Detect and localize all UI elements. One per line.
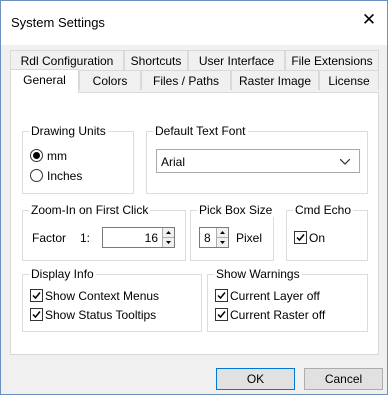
display-info-group: Display Info Show Context Menus Show Sta… — [22, 267, 202, 332]
cmd-echo-group: Cmd Echo On — [286, 203, 368, 261]
tab-file-extensions[interactable]: File Extensions — [285, 50, 379, 70]
tab-license[interactable]: License — [319, 70, 379, 90]
tab-user-interface[interactable]: User Interface — [188, 50, 285, 70]
pick-box-label: Pick Box Size — [197, 203, 275, 217]
font-select[interactable]: Arial — [156, 149, 360, 173]
mm-radio[interactable] — [30, 149, 43, 162]
drawing-units-label: Drawing Units — [29, 124, 108, 138]
pick-box-group: Pick Box Size 8 Pixel — [190, 203, 275, 261]
spinner-buttons — [162, 228, 174, 247]
checkmark-icon — [32, 311, 41, 319]
inches-label[interactable]: Inches — [47, 169, 82, 183]
default-text-font-group: Default Text Font Arial — [146, 124, 368, 194]
checkmark-icon — [217, 292, 226, 300]
show-status-tooltips-checkbox[interactable] — [30, 308, 43, 321]
inches-radio[interactable] — [30, 169, 43, 182]
zoom-factor-spinner[interactable]: 16 — [102, 227, 175, 248]
window-title: System Settings — [11, 15, 105, 30]
cmd-echo-on-label[interactable]: On — [309, 231, 325, 245]
show-context-menus-checkbox[interactable] — [30, 289, 43, 302]
current-layer-off-checkbox[interactable] — [215, 289, 228, 302]
chevron-down-icon — [340, 159, 350, 165]
tab-colors[interactable]: Colors — [79, 70, 141, 90]
pick-box-value: 8 — [204, 231, 211, 245]
cmd-echo-checkbox[interactable] — [294, 231, 307, 244]
display-info-label: Display Info — [29, 267, 96, 281]
tab-raster-image[interactable]: Raster Image — [231, 70, 319, 90]
down-arrow-icon — [220, 240, 225, 244]
ok-button[interactable]: OK — [216, 368, 295, 390]
current-raster-off-checkbox[interactable] — [215, 308, 228, 321]
checkmark-icon — [296, 234, 305, 242]
ratio-label: 1: — [80, 231, 91, 245]
up-arrow-icon — [166, 231, 171, 234]
drawing-units-group: Drawing Units mm Inches — [22, 124, 134, 194]
mm-label[interactable]: mm — [47, 149, 67, 163]
zoom-in-group: Zoom-In on First Click Factor 1: 16 — [22, 203, 186, 261]
up-arrow-icon — [220, 231, 225, 234]
tab-files-paths[interactable]: Files / Paths — [141, 70, 231, 90]
font-select-value: Arial — [161, 155, 186, 169]
zoom-in-label: Zoom-In on First Click — [29, 203, 151, 217]
tab-shortcuts[interactable]: Shortcuts — [124, 50, 188, 70]
current-raster-off-label[interactable]: Current Raster off — [230, 308, 325, 322]
tab-rdl-configuration[interactable]: Rdl Configuration — [10, 50, 124, 70]
show-status-tooltips-label[interactable]: Show Status Tooltips — [45, 308, 156, 322]
spinner-buttons — [216, 228, 228, 247]
current-layer-off-label[interactable]: Current Layer off — [230, 289, 320, 303]
spin-up-button[interactable] — [163, 228, 174, 238]
settings-window: System Settings ✕ Rdl Configuration Shor… — [0, 0, 388, 395]
cmd-echo-label: Cmd Echo — [293, 203, 354, 217]
show-warnings-label: Show Warnings — [214, 267, 302, 281]
spin-up-button[interactable] — [217, 228, 228, 238]
default-text-font-label: Default Text Font — [153, 124, 248, 138]
checkmark-icon — [32, 292, 41, 300]
radio-selected-dot — [33, 152, 40, 159]
spin-down-button[interactable] — [163, 237, 174, 247]
spin-down-button[interactable] — [217, 237, 228, 247]
checkmark-icon — [217, 311, 226, 319]
pixel-unit-label: Pixel — [236, 231, 263, 245]
show-warnings-group: Show Warnings Current Layer off Current … — [207, 267, 368, 332]
zoom-factor-value: 16 — [144, 231, 158, 245]
tab-general[interactable]: General — [10, 69, 79, 93]
close-icon[interactable]: ✕ — [359, 10, 379, 30]
factor-label: Factor — [32, 231, 67, 245]
down-arrow-icon — [166, 240, 171, 244]
general-panel: Drawing Units mm Inches Default Text Fon… — [10, 92, 379, 355]
show-context-menus-label[interactable]: Show Context Menus — [45, 289, 159, 303]
pick-box-spinner[interactable]: 8 — [199, 227, 229, 248]
title-bar: System Settings ✕ — [1, 1, 387, 45]
cancel-button[interactable]: Cancel — [304, 368, 383, 390]
